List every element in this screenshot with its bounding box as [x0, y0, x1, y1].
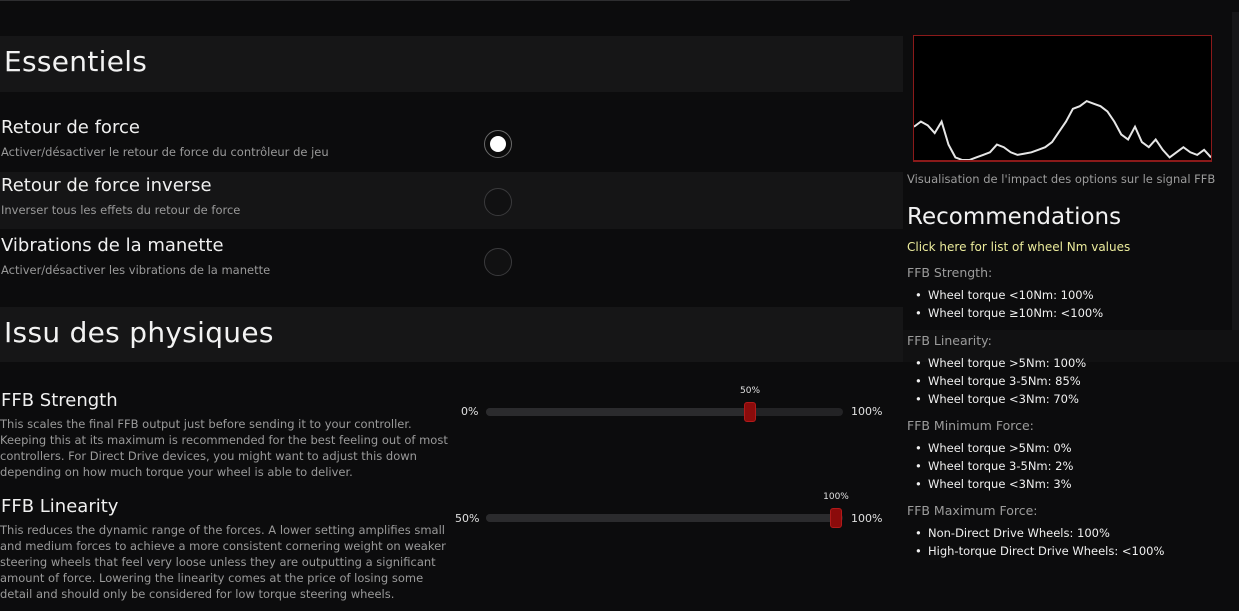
recommendation-list: Wheel torque >5Nm: 0% Wheel torque 3-5Nm…: [907, 439, 1073, 493]
recommendation-item: Wheel torque ≥10Nm: <100%: [915, 304, 1103, 322]
recommendation-item: High-torque Direct Drive Wheels: <100%: [915, 542, 1164, 560]
ffb-signal-line: [914, 99, 1211, 161]
recommendation-list: Non-Direct Drive Wheels: 100% High-torqu…: [907, 524, 1164, 560]
recommendation-group-title: FFB Strength:: [907, 265, 993, 280]
setting-row-controller-vibration: Vibrations de la manette Activer/désacti…: [0, 232, 903, 289]
slider-value-label: 50%: [739, 386, 761, 396]
recommendation-item: Wheel torque 3-5Nm: 85%: [915, 372, 1086, 390]
recommendation-group-strength: FFB Strength: Wheel torque <10Nm: 100% W…: [907, 265, 1103, 322]
force-feedback-toggle[interactable]: [484, 130, 512, 158]
recommendation-item: Wheel torque >5Nm: 0%: [915, 439, 1073, 457]
slider-thumb[interactable]: [830, 508, 842, 528]
slider-max-label: 100%: [851, 512, 883, 525]
inverse-force-feedback-toggle[interactable]: [484, 188, 512, 216]
section-title: Issu des physiques: [4, 316, 274, 349]
ffb-strength-slider[interactable]: 50%: [486, 386, 843, 422]
recommendation-list: Wheel torque <10Nm: 100% Wheel torque ≥1…: [907, 286, 1103, 322]
recommendation-group-minimum-force: FFB Minimum Force: Wheel torque >5Nm: 0%…: [907, 418, 1073, 493]
setting-label: Retour de force: [1, 117, 140, 138]
setting-description: Activer/désactiver le retour de force du…: [1, 145, 329, 159]
setting-ffb-strength: FFB Strength This scales the final FFB o…: [0, 386, 903, 486]
setting-description: This scales the final FFB output just be…: [0, 417, 448, 479]
slider-thumb[interactable]: [744, 402, 756, 422]
setting-description: This reduces the dynamic range of the fo…: [0, 523, 446, 601]
recommendation-group-title: FFB Maximum Force:: [907, 503, 1038, 518]
recommendation-item: Wheel torque >5Nm: 100%: [915, 354, 1086, 372]
setting-label: Vibrations de la manette: [1, 235, 224, 256]
setting-row-inverse-force-feedback: Retour de force inverse Inverser tous le…: [0, 172, 903, 229]
recommendation-group-maximum-force: FFB Maximum Force: Non-Direct Drive Whee…: [907, 503, 1164, 560]
ffb-signal-chart: [914, 99, 1211, 161]
setting-ffb-linearity: FFB Linearity This reduces the dynamic r…: [0, 492, 903, 608]
setting-label: Retour de force inverse: [1, 175, 212, 196]
slider-max-label: 100%: [851, 405, 883, 418]
recommendation-item: Wheel torque <3Nm: 70%: [915, 390, 1086, 408]
recommendation-item: Non-Direct Drive Wheels: 100%: [915, 524, 1164, 542]
wheel-nm-values-link[interactable]: Click here for list of wheel Nm values: [907, 240, 1130, 254]
slider-min-label: 0%: [461, 405, 479, 418]
scrollbar-edge[interactable]: [1232, 12, 1239, 357]
recommendation-item: Wheel torque 3-5Nm: 2%: [915, 457, 1073, 475]
recommendation-item: Wheel torque <3Nm: 3%: [915, 475, 1073, 493]
setting-row-force-feedback: Retour de force Activer/désactiver le re…: [0, 114, 903, 171]
top-divider: [0, 0, 850, 1]
recommendations-title: Recommendations: [907, 204, 1122, 230]
setting-description: Activer/désactiver les vibrations de la …: [1, 263, 271, 277]
ffb-linearity-slider[interactable]: 100%: [486, 492, 849, 528]
slider-fill: [486, 514, 836, 522]
setting-description: Inverser tous les effets du retour de fo…: [1, 203, 241, 217]
graph-caption: Visualisation de l'impact des options su…: [907, 172, 1216, 186]
recommendation-group-linearity: FFB Linearity: Wheel torque >5Nm: 100% W…: [907, 333, 1086, 408]
section-header-physics: Issu des physiques: [0, 307, 903, 362]
recommendation-list: Wheel torque >5Nm: 100% Wheel torque 3-5…: [907, 354, 1086, 408]
recommendation-group-title: FFB Linearity:: [907, 333, 992, 348]
slider-fill: [486, 408, 750, 416]
setting-label: FFB Linearity: [1, 496, 119, 517]
recommendation-group-title: FFB Minimum Force:: [907, 418, 1034, 433]
controller-vibration-toggle[interactable]: [484, 248, 512, 276]
setting-label: FFB Strength: [1, 390, 118, 411]
section-header-essentials: Essentiels: [0, 36, 903, 92]
section-title: Essentiels: [4, 45, 148, 78]
ffb-signal-graph: [913, 35, 1212, 162]
slider-min-label: 50%: [455, 512, 480, 525]
slider-value-label: 100%: [823, 492, 849, 502]
recommendation-item: Wheel torque <10Nm: 100%: [915, 286, 1103, 304]
